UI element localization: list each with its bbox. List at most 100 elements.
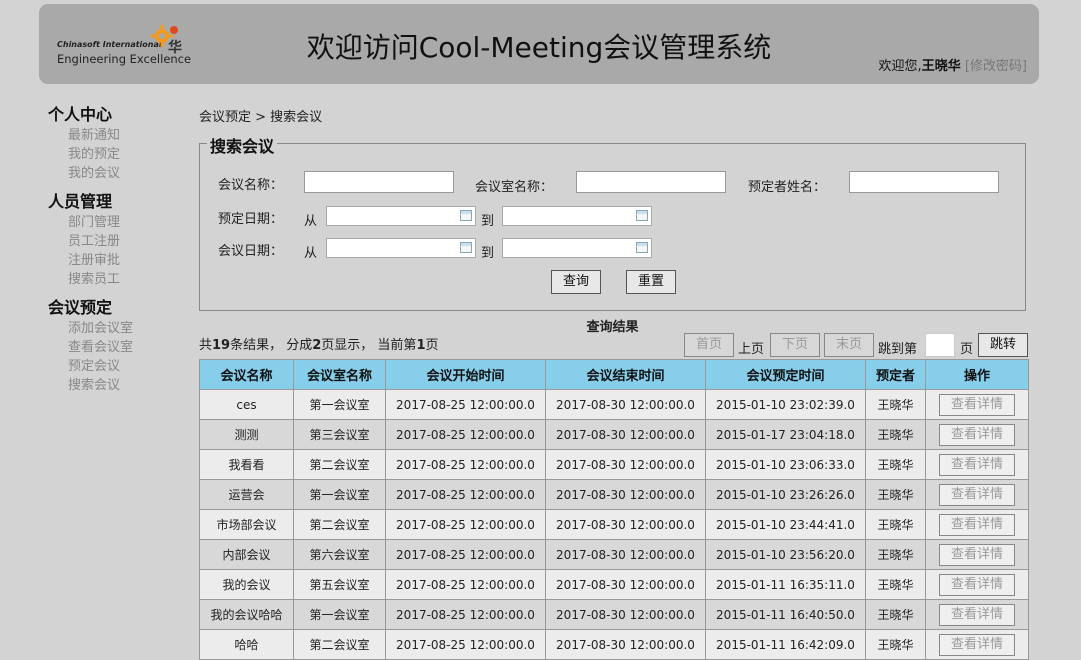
calendar-icon[interactable] <box>636 210 648 221</box>
view-details-button[interactable]: 查看详情 <box>939 513 1015 536</box>
table-cell: 2017-08-25 12:00:00.0 <box>385 419 546 450</box>
table-cell: 2015-01-10 23:44:41.0 <box>705 509 866 540</box>
table-cell: 2017-08-30 12:00:00.0 <box>545 509 706 540</box>
meeting-name-label: 会议名称： <box>218 178 284 193</box>
table-cell: 王晓华 <box>865 629 926 660</box>
sidebar-item[interactable]: 注册审批 <box>48 251 188 270</box>
table-cell: ces <box>199 389 294 420</box>
search-fieldset <box>199 143 1026 311</box>
meeting-date-from-input[interactable] <box>326 238 476 258</box>
table-cell: 2015-01-11 16:35:11.0 <box>705 569 866 600</box>
sidebar-item[interactable]: 我的会议 <box>48 164 188 183</box>
table-cell: 2015-01-10 23:56:20.0 <box>705 539 866 570</box>
calendar-icon[interactable] <box>460 242 472 253</box>
table-cell: 王晓华 <box>865 449 926 480</box>
booking-date-from-input[interactable] <box>326 206 476 226</box>
table-cell-action: 查看详情 <box>925 449 1029 480</box>
table-cell: 第二会议室 <box>293 629 386 660</box>
table-cell: 哈哈 <box>199 629 294 660</box>
meeting-name-input[interactable] <box>304 171 454 193</box>
table-cell: 2017-08-25 12:00:00.0 <box>385 479 546 510</box>
prev-page-link[interactable]: 上页 <box>738 338 764 357</box>
booker-name-input[interactable] <box>849 171 999 193</box>
query-button[interactable]: 查询 <box>551 270 601 294</box>
table-cell: 第一会议室 <box>293 389 386 420</box>
sidebar-group-title: 会议预定 <box>48 298 113 317</box>
meeting-date-from-label: 从 <box>304 246 318 261</box>
summary-text: 共 <box>199 338 213 353</box>
table-cell: 第一会议室 <box>293 599 386 630</box>
table-cell: 2017-08-30 12:00:00.0 <box>545 539 706 570</box>
column-header: 会议开始时间 <box>385 359 546 390</box>
column-header: 会议室名称 <box>293 359 386 390</box>
view-details-button[interactable]: 查看详情 <box>939 423 1015 446</box>
booking-date-from-label: 从 <box>304 214 318 229</box>
column-header: 操作 <box>925 359 1029 390</box>
sidebar-item[interactable]: 添加会议室 <box>48 319 188 338</box>
total-count: 19 <box>212 338 231 353</box>
table-cell: 2017-08-30 12:00:00.0 <box>545 479 706 510</box>
breadcrumb: 会议预定 > 搜索会议 <box>199 110 323 125</box>
table-cell-action: 查看详情 <box>925 479 1029 510</box>
booking-date-to-input[interactable] <box>502 206 652 226</box>
summary-text: 页显示， 当前第 <box>321 338 417 353</box>
reset-button[interactable]: 重置 <box>626 270 676 294</box>
column-header: 会议名称 <box>199 359 294 390</box>
table-cell: 2017-08-25 12:00:00.0 <box>385 599 546 630</box>
sidebar-item[interactable]: 最新通知 <box>48 126 188 145</box>
table-cell: 2017-08-30 12:00:00.0 <box>545 449 706 480</box>
last-page-button[interactable]: 末页 <box>824 333 874 357</box>
table-cell-action: 查看详情 <box>925 389 1029 420</box>
table-cell-action: 查看详情 <box>925 539 1029 570</box>
table-cell: 第二会议室 <box>293 449 386 480</box>
sidebar-item[interactable]: 我的预定 <box>48 145 188 164</box>
table-row: ces 第一会议室 2017-08-25 12:00:00.0 2017-08-30 … <box>199 389 1029 420</box>
table-cell: 2015-01-10 23:26:26.0 <box>705 479 866 510</box>
table-cell: 2015-01-11 16:42:09.0 <box>705 629 866 660</box>
jump-button[interactable]: 跳转 <box>978 333 1028 357</box>
table-cell: 2017-08-25 12:00:00.0 <box>385 449 546 480</box>
view-details-button[interactable]: 查看详情 <box>939 603 1015 626</box>
sidebar-item[interactable]: 部门管理 <box>48 213 188 232</box>
table-cell: 王晓华 <box>865 569 926 600</box>
table-row: 市场部会议 第二会议室 2017-08-25 12:00:00.0 2017-08-3… <box>199 509 1029 540</box>
table-cell-action: 查看详情 <box>925 419 1029 450</box>
table-cell: 2015-01-10 23:02:39.0 <box>705 389 866 420</box>
booker-name-label: 预定者姓名： <box>748 180 827 195</box>
view-details-button[interactable]: 查看详情 <box>939 453 1015 476</box>
change-password-link[interactable]: [修改密码] <box>965 59 1027 74</box>
first-page-button[interactable]: 首页 <box>684 333 734 357</box>
table-cell: 2017-08-30 12:00:00.0 <box>545 629 706 660</box>
sidebar-item[interactable]: 搜索员工 <box>48 270 188 289</box>
table-cell: 2015-01-17 23:04:18.0 <box>705 419 866 450</box>
sidebar-item[interactable]: 查看会议室 <box>48 338 188 357</box>
calendar-icon[interactable] <box>636 242 648 253</box>
table-cell: 2017-08-25 12:00:00.0 <box>385 389 546 420</box>
calendar-icon[interactable] <box>460 210 472 221</box>
header: Chinasoft International Engineering Exce… <box>39 4 1039 84</box>
table-cell-action: 查看详情 <box>925 569 1029 600</box>
sidebar-item[interactable]: 员工注册 <box>48 232 188 251</box>
view-details-button[interactable]: 查看详情 <box>939 573 1015 596</box>
jump-page-input[interactable] <box>925 333 955 357</box>
sidebar-item[interactable]: 搜索会议 <box>48 376 188 395</box>
table-cell: 王晓华 <box>865 479 926 510</box>
table-cell: 王晓华 <box>865 539 926 570</box>
table-cell: 内部会议 <box>199 539 294 570</box>
table-cell-action: 查看详情 <box>925 509 1029 540</box>
view-details-button[interactable]: 查看详情 <box>939 633 1015 656</box>
results-table: 会议名称 会议室名称 会议开始时间 会议结束时间 会议预定时间 预定者 操作 ces 第一会议… <box>199 359 1029 660</box>
sidebar-item[interactable]: 预定会议 <box>48 357 188 376</box>
table-cell: 第六会议室 <box>293 539 386 570</box>
table-cell: 王晓华 <box>865 419 926 450</box>
table-cell: 第三会议室 <box>293 419 386 450</box>
meeting-date-to-input[interactable] <box>502 238 652 258</box>
next-page-button[interactable]: 下页 <box>770 333 820 357</box>
room-name-input[interactable] <box>576 171 726 193</box>
page-unit-label: 页 <box>960 342 974 357</box>
summary-text: 页 <box>425 338 439 353</box>
view-details-button[interactable]: 查看详情 <box>939 393 1015 416</box>
table-cell: 我看看 <box>199 449 294 480</box>
view-details-button[interactable]: 查看详情 <box>939 483 1015 506</box>
view-details-button[interactable]: 查看详情 <box>939 543 1015 566</box>
